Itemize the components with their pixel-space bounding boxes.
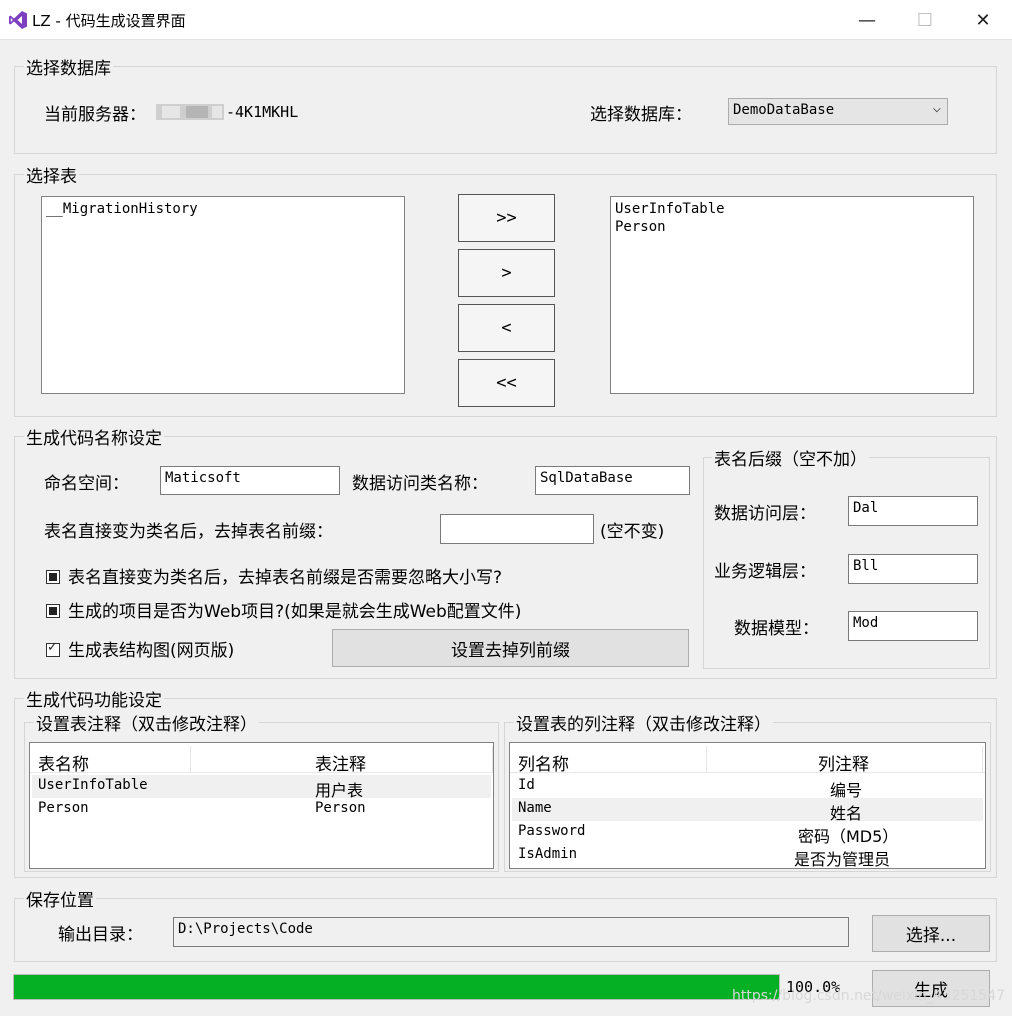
column-name-cell: Name bbox=[518, 800, 552, 816]
dal-suffix-input[interactable]: Dal bbox=[848, 496, 978, 526]
bll-suffix-input[interactable]: Bll bbox=[848, 554, 978, 584]
table-name-cell: UserInfoTable bbox=[38, 777, 148, 793]
bll-suffix-label: 业务逻辑层： bbox=[714, 562, 816, 582]
dal-class-label: 数据访问类名称： bbox=[352, 474, 488, 494]
title-bar: LZ - 代码生成设置界面 — ☐ ✕ bbox=[0, 0, 1012, 40]
output-dir-input[interactable]: D:\Projects\Code bbox=[173, 917, 849, 947]
server-label: 当前服务器： bbox=[44, 105, 146, 125]
close-button[interactable]: ✕ bbox=[954, 0, 1012, 40]
ignore-case-label: 表名直接变为类名后，去掉表名前缀是否需要忽略大小写? bbox=[68, 568, 503, 588]
database-group-title: 选择数据库 bbox=[24, 54, 113, 79]
chevron-down-icon: ⌵ bbox=[932, 100, 941, 116]
column-name-cell: Id bbox=[518, 777, 535, 793]
column-header[interactable]: 列注释 bbox=[818, 750, 869, 775]
column-comment-cell: 是否为管理员 bbox=[794, 850, 891, 869]
watermark: https://blog.csdn.net/weixin_43251547 bbox=[732, 988, 1006, 1004]
selected-tables-list[interactable]: UserInfoTable Person bbox=[610, 196, 974, 394]
move-all-right-button[interactable]: >> bbox=[458, 194, 555, 242]
column-name-cell: Password bbox=[518, 823, 586, 839]
web-project-checkbox[interactable]: 生成的项目是否为Web项目?(如果是就会生成Web配置文件) bbox=[46, 597, 521, 622]
server-name-suffix: -4K1MKHL bbox=[226, 103, 299, 121]
function-group-title: 生成代码功能设定 bbox=[24, 686, 164, 711]
checkbox-indeterminate-icon bbox=[46, 570, 60, 584]
column-comment-title: 设置表的列注释（双击修改注释） bbox=[514, 710, 773, 735]
checkbox-indeterminate-icon bbox=[46, 604, 60, 618]
grid-header: 列名称 列注释 bbox=[510, 743, 985, 775]
namespace-input[interactable]: Maticsoft bbox=[160, 466, 340, 495]
namespace-label: 命名空间： bbox=[44, 474, 129, 494]
column-comment-grid[interactable]: 列名称 列注释 Id 编号 Name 姓名 Password 密码（MD5） I… bbox=[509, 742, 986, 869]
structure-map-checkbox[interactable]: 生成表结构图(网页版) bbox=[46, 636, 234, 661]
list-item[interactable]: __MigrationHistory bbox=[46, 200, 400, 218]
table-row[interactable]: UserInfoTable 用户表 bbox=[32, 775, 491, 800]
model-suffix-input[interactable]: Mod bbox=[848, 611, 978, 641]
table-row[interactable]: Name 姓名 bbox=[512, 798, 983, 823]
progress-fill bbox=[14, 975, 779, 999]
database-select-value: DemoDataBase bbox=[733, 102, 835, 118]
table-comment-grid[interactable]: 表名称 表注释 UserInfoTable 用户表 Person Person bbox=[29, 742, 494, 869]
browse-button[interactable]: 选择... bbox=[872, 915, 990, 952]
model-suffix-label: 数据模型： bbox=[734, 619, 819, 639]
minimize-button[interactable]: — bbox=[838, 0, 896, 40]
dal-class-input[interactable]: SqlDataBase bbox=[535, 466, 690, 495]
prefix-input[interactable] bbox=[440, 514, 594, 544]
progress-bar bbox=[13, 974, 780, 1000]
list-item[interactable]: UserInfoTable bbox=[615, 200, 969, 218]
table-row[interactable]: Id 编号 bbox=[512, 775, 983, 800]
column-header[interactable]: 表名称 bbox=[38, 750, 89, 775]
window-title: LZ - 代码生成设置界面 bbox=[32, 12, 186, 30]
web-project-label: 生成的项目是否为Web项目?(如果是就会生成Web配置文件) bbox=[68, 602, 522, 622]
available-tables-list[interactable]: __MigrationHistory bbox=[41, 196, 405, 394]
checkbox-checked-icon bbox=[46, 640, 60, 657]
table-row[interactable]: IsAdmin 是否为管理员 bbox=[512, 844, 983, 869]
move-left-button[interactable]: < bbox=[458, 304, 555, 352]
table-name-cell: Person bbox=[38, 800, 89, 816]
prefix-hint: (空不变) bbox=[600, 522, 665, 542]
database-select-label: 选择数据库： bbox=[590, 105, 692, 125]
table-comment-cell: Person bbox=[315, 800, 366, 816]
prefix-label: 表名直接变为类名后，去掉表名前缀： bbox=[44, 522, 333, 542]
column-name-cell: IsAdmin bbox=[518, 846, 578, 862]
table-comment-title: 设置表注释（双击修改注释） bbox=[34, 710, 259, 735]
output-dir-label: 输出目录： bbox=[58, 925, 143, 945]
column-header[interactable]: 列名称 bbox=[518, 750, 569, 775]
structure-map-label: 生成表结构图(网页版) bbox=[68, 641, 235, 661]
maximize-button[interactable]: ☐ bbox=[896, 0, 954, 40]
table-row[interactable]: Password 密码（MD5） bbox=[512, 821, 983, 846]
table-row[interactable]: Person Person bbox=[32, 798, 491, 821]
column-header[interactable]: 表注释 bbox=[315, 750, 366, 775]
save-group-title: 保存位置 bbox=[24, 886, 96, 911]
database-select[interactable]: DemoDataBase ⌵ bbox=[728, 98, 948, 125]
table-group-title: 选择表 bbox=[24, 162, 79, 187]
naming-group-title: 生成代码名称设定 bbox=[24, 424, 164, 449]
dal-suffix-label: 数据访问层： bbox=[714, 504, 816, 524]
server-name-redacted bbox=[156, 104, 224, 120]
visual-studio-icon bbox=[9, 11, 27, 29]
suffix-group-title: 表名后缀（空不加） bbox=[712, 445, 869, 470]
move-right-button[interactable]: > bbox=[458, 249, 555, 297]
column-prefix-button[interactable]: 设置去掉列前缀 bbox=[332, 629, 689, 667]
move-all-left-button[interactable]: << bbox=[458, 359, 555, 407]
ignore-case-checkbox[interactable]: 表名直接变为类名后，去掉表名前缀是否需要忽略大小写? bbox=[46, 563, 502, 588]
grid-header: 表名称 表注释 bbox=[30, 743, 493, 775]
list-item[interactable]: Person bbox=[615, 218, 969, 236]
